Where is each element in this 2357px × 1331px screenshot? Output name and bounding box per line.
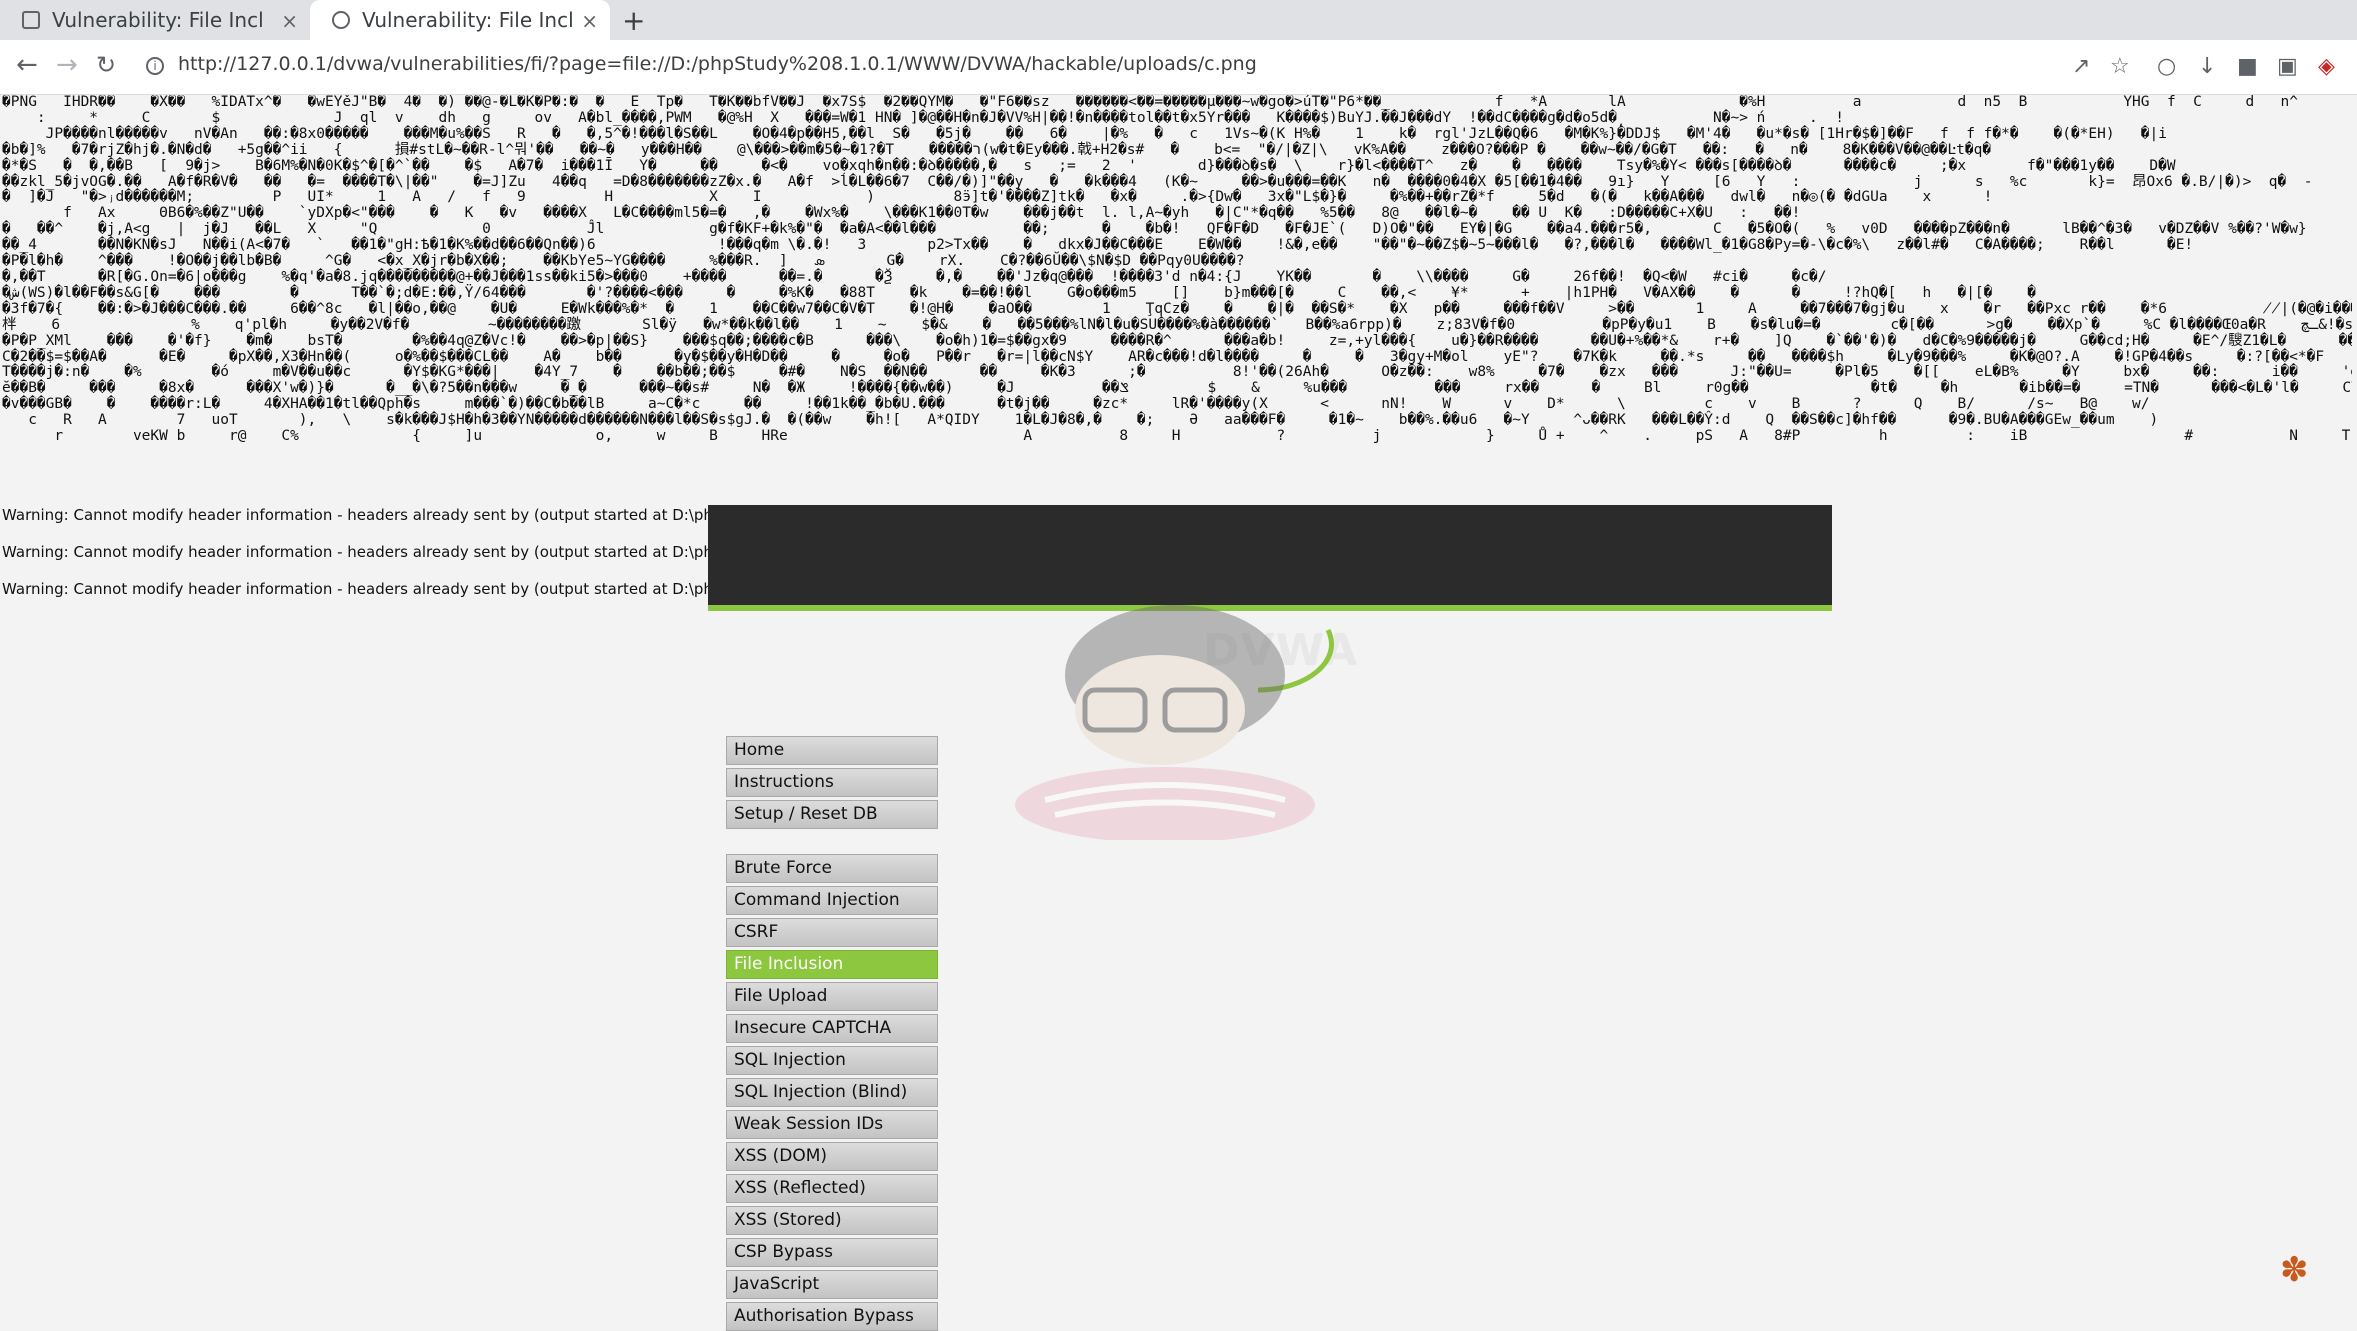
- dvwa-header: [708, 505, 1832, 611]
- menu-item-file-upload[interactable]: File Upload: [726, 982, 938, 1011]
- garbled-line: �P�l�h� ^��� !�O��j��lb�B� ^G� <�x_X�jr�…: [2, 253, 1245, 270]
- tab-title: Vulnerability: File Inclusi: [362, 8, 572, 32]
- menu-item-csrf[interactable]: CSRF: [726, 918, 938, 947]
- tab-bar: Vulnerability: File Inclusi × Vulnerabil…: [0, 0, 2357, 40]
- garbled-line: ĕ��B� ��� �8x� ���X'w�)}� �__�\�?5��n���…: [2, 380, 2352, 397]
- tab-close-icon[interactable]: ×: [281, 9, 298, 33]
- menu-item-instructions[interactable]: Instructions: [726, 768, 938, 797]
- share-icon[interactable]: ↗: [2072, 54, 2090, 79]
- garbled-line: c R A 7 uoT ), \ s�k���J$H�h�3��YN�����d…: [2, 412, 2352, 429]
- menu-item-file-inclusion[interactable]: File Inclusion: [726, 950, 938, 979]
- garbled-line: �b�]% �7�rjZ�hj�.�N�d� +5g��^ii { 損#stL�…: [2, 141, 1992, 158]
- shield-extension-icon[interactable]: ◈: [2318, 54, 2335, 79]
- anime-image: [1015, 605, 1315, 840]
- garbled-line: �*�S � �,��B [ 9�j> B�6M%�N�0K�$^�[�^`��…: [2, 157, 2176, 174]
- menu-item-xss-reflected[interactable]: XSS (Reflected): [726, 1174, 938, 1203]
- menu-item-insecure-captcha[interactable]: Insecure CAPTCHA: [726, 1014, 938, 1043]
- menu-item-brute-force[interactable]: Brute Force: [726, 854, 938, 883]
- reload-icon[interactable]: ↻: [96, 51, 116, 79]
- browser-toolbar: ← → ↻ i http://127.0.0.1/dvwa/vulnerabil…: [0, 40, 2357, 95]
- tab-favicon-icon: [22, 11, 40, 29]
- garbled-line: JP����nl�����v nV�An ��:�8x0����� ���M�u…: [2, 125, 2167, 142]
- extension-icon[interactable]: ○: [2157, 54, 2176, 79]
- menu-item-authorisation-bypass[interactable]: Authorisation Bypass: [726, 1302, 938, 1331]
- menu-item-command-injection[interactable]: Command Injection: [726, 886, 938, 915]
- menu-item-sql-injection-blind[interactable]: SQL Injection (Blind): [726, 1078, 938, 1107]
- menu-item-weak-session-ids[interactable]: Weak Session IDs: [726, 1110, 938, 1139]
- menu-item-home[interactable]: Home: [726, 736, 938, 765]
- menu-item-javascript[interactable]: JavaScript: [726, 1270, 938, 1299]
- garbled-line: 柈 6 % q'pl�h �y��2V�f� ~��������躈 Sl�ÿ �…: [2, 316, 2352, 333]
- extension-icon-2[interactable]: ■: [2237, 54, 2258, 79]
- new-tab-icon[interactable]: +: [622, 4, 645, 37]
- extension-icon-3[interactable]: ▣: [2277, 54, 2298, 79]
- menu-item-setup-reset-db[interactable]: Setup / Reset DB: [726, 800, 938, 829]
- forward-arrow-icon[interactable]: →: [56, 50, 78, 80]
- garbled-line: T����j�:n� �% �ó m�V��u��c �Y$�KG*���| �…: [2, 364, 2352, 381]
- tab-1[interactable]: Vulnerability: File Inclusi ×: [0, 0, 310, 40]
- garbled-line: �3f�7�{ ��:�>�J���C���.�� 6��^8c �l|��o,…: [2, 300, 2352, 317]
- address-bar[interactable]: http://127.0.0.1/dvwa/vulnerabilities/fi…: [178, 53, 1257, 75]
- tab-2-active[interactable]: Vulnerability: File Inclusi ×: [310, 0, 610, 40]
- tab-title: Vulnerability: File Inclusi: [52, 8, 262, 32]
- garbled-png-output: �PNG IHDR�� �X�� %IDATx^� �wEYěJ"B� 4� �…: [2, 95, 2352, 505]
- garbled-line: �PNG IHDR�� �X�� %IDATx^� �wEYěJ"B� 4� �…: [2, 95, 2298, 110]
- garbled-line: r veKW b r@ C% { ]u o, w B HRe A 8 H ? j…: [54, 428, 2351, 445]
- bookmark-star-icon[interactable]: ☆: [2110, 54, 2130, 79]
- garbled-line: �v���GB� � ����r:L� 4�XHA��1�tl��Qph�s m…: [2, 396, 2150, 413]
- download-icon[interactable]: ↓: [2198, 54, 2216, 79]
- desktop-pet-icon: ✽: [2280, 1250, 2309, 1290]
- garbled-line: � ]�J "�>ⱼd������M; P UI* 1 A / f 9 H X …: [2, 189, 1993, 206]
- back-arrow-icon[interactable]: ←: [16, 50, 38, 80]
- menu-item-xss-stored[interactable]: XSS (Stored): [726, 1206, 938, 1235]
- garbled-line: �,��T �R[�G.On=�6|o���g %�q'�a�8.jq�����…: [2, 268, 1827, 285]
- menu-item-csp-bypass[interactable]: CSP Bypass: [726, 1238, 938, 1267]
- tab-close-icon[interactable]: ×: [581, 9, 598, 33]
- garbled-line: � ��^ �j,A<g | j�J ��L X "Q 0 Ĵl g�f�KF+…: [2, 221, 2307, 238]
- info-icon[interactable]: i: [146, 57, 164, 75]
- garbled-line: �P�P_XMl ��� �'�f} �m� bsT� �%��4q@Z�Vc!…: [2, 332, 2352, 349]
- garbled-line: : * C $ J ql v dh g ov A�bl_����,PWM �@%…: [2, 109, 1844, 126]
- garbled-line: ��_4 ��N�KN�sJ N��i(A<�7� ` ��1�"gH:Ѣ�1�…: [2, 237, 2194, 254]
- tab-favicon-icon: [332, 11, 350, 29]
- garbled-line: f Ax ΘB6�%��Z"U�� `yDXp�<"��� � K �v ���…: [2, 205, 1801, 222]
- menu-item-sql-injection[interactable]: SQL Injection: [726, 1046, 938, 1075]
- garbled-line: �ش(WS)�l��F��s&G[� ��� � T��`�;d�E:��,Ÿ/…: [2, 284, 2037, 301]
- menu-item-xss-dom[interactable]: XSS (DOM): [726, 1142, 938, 1171]
